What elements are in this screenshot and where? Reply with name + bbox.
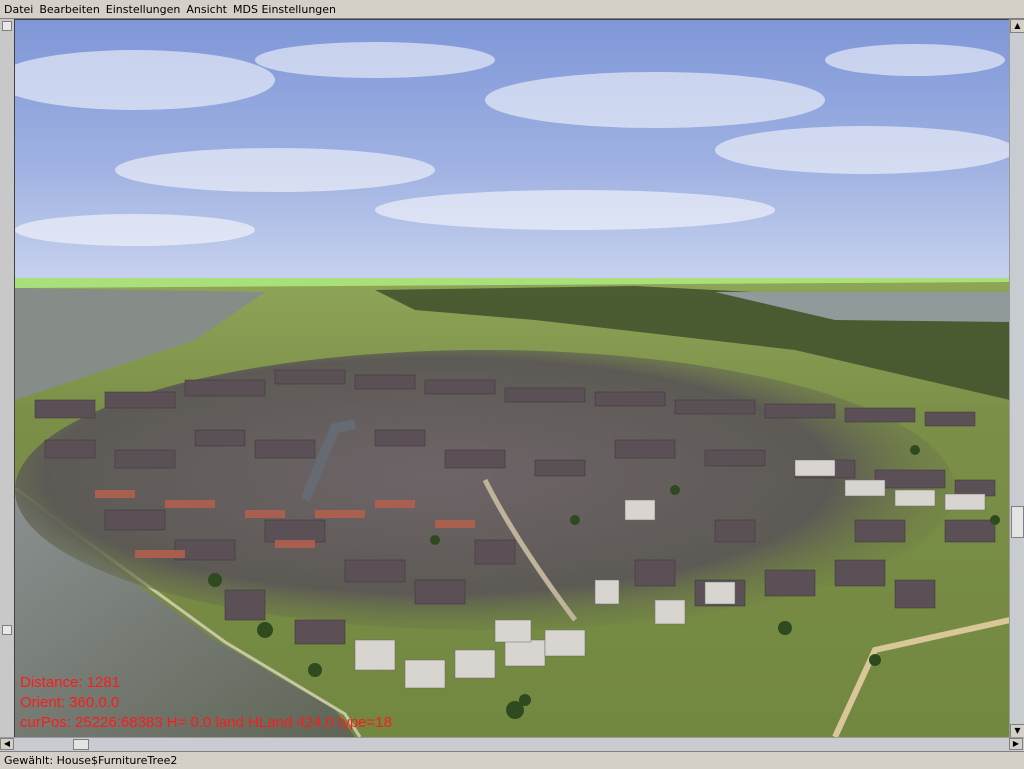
terrain-render: [15, 20, 1010, 737]
menu-bar: Datei Bearbeiten Einstellungen Ansicht M…: [0, 0, 1024, 19]
menu-bearbeiten[interactable]: Bearbeiten: [36, 1, 102, 18]
horizontal-scrollbar[interactable]: ◀ ▶: [0, 737, 1024, 751]
horizontal-scroll-thumb[interactable]: [73, 739, 89, 750]
left-gutter-handle-mid[interactable]: [2, 625, 12, 635]
overlay-distance: Distance: 1281: [20, 674, 121, 691]
menu-ansicht[interactable]: Ansicht: [183, 1, 230, 18]
3d-viewport[interactable]: Distance: 1281 Orient: 360.0.0 curPos: 2…: [14, 19, 1011, 738]
overlay-orient: Orient: 360.0.0: [20, 694, 120, 711]
menu-mds-einstellungen[interactable]: MDS Einstellungen: [230, 1, 339, 18]
overlay-curpos: curPos: 25226:68383 H= 0.0 land HLand 42…: [20, 714, 392, 731]
vertical-scroll-thumb[interactable]: [1011, 506, 1024, 538]
status-bar: Gewählt: House$FurnitureTree2: [0, 751, 1024, 769]
left-gutter-handle-top[interactable]: [2, 21, 12, 31]
scroll-down-arrow-icon[interactable]: ▼: [1010, 724, 1024, 738]
menu-einstellungen[interactable]: Einstellungen: [103, 1, 184, 18]
menu-datei[interactable]: Datei: [0, 1, 36, 18]
status-selected-object: Gewählt: House$FurnitureTree2: [4, 754, 178, 767]
vertical-scrollbar[interactable]: ▲ ▼: [1009, 19, 1024, 738]
scroll-left-arrow-icon[interactable]: ◀: [0, 738, 14, 750]
left-panel-gutter: [0, 19, 15, 738]
scroll-right-arrow-icon[interactable]: ▶: [1009, 738, 1023, 750]
scroll-up-arrow-icon[interactable]: ▲: [1010, 19, 1024, 33]
